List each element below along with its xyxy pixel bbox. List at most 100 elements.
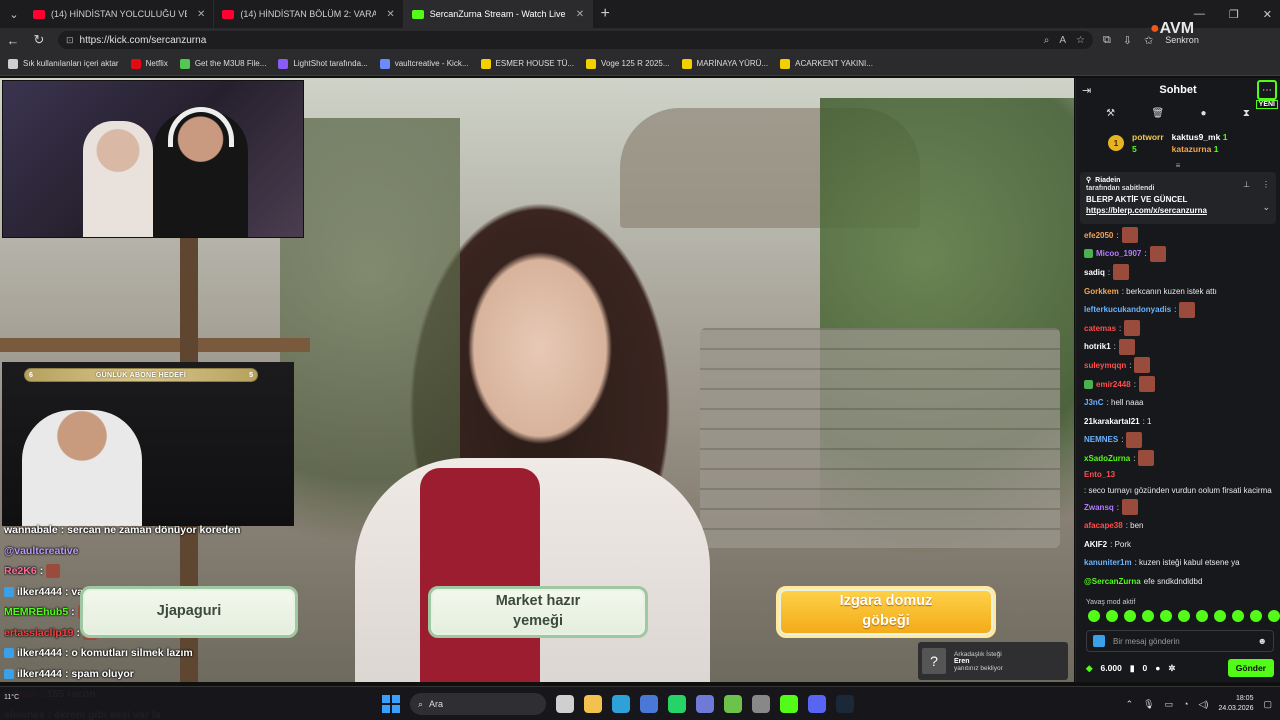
collapse-chat-icon[interactable]: ⇥	[1082, 84, 1091, 97]
chat-username[interactable]: NEMNES	[1084, 435, 1118, 444]
refresh-icon[interactable]: ↻	[26, 32, 52, 48]
bookmark-item[interactable]: Get the M3U8 File...	[179, 58, 266, 69]
close-icon[interactable]: ✕	[576, 9, 584, 20]
notifications-icon[interactable]: ▢	[1263, 699, 1272, 710]
downloads-icon[interactable]: ⇩	[1123, 34, 1132, 47]
quick-emote-icon[interactable]	[1250, 610, 1262, 622]
chat-username[interactable]: suleymqqn	[1084, 361, 1126, 370]
leader-name[interactable]: katazurna	[1172, 144, 1212, 154]
chat-username[interactable]: AKIF2	[1084, 540, 1107, 549]
weather-widget[interactable]: 11°C	[4, 693, 19, 702]
app-icon[interactable]	[724, 695, 742, 713]
read-aloud-icon[interactable]: A	[1059, 35, 1066, 46]
chevron-up-icon[interactable]: ⌃	[1126, 699, 1134, 710]
chat-username[interactable]: 21karakartal21	[1084, 417, 1140, 426]
taskbar-search[interactable]: ⌕ Ara	[410, 693, 546, 715]
kick-icon[interactable]	[780, 695, 798, 713]
tab-youtube-2[interactable]: (14) HİNDİSTAN BÖLÜM 2: VARAN ✕	[214, 0, 404, 28]
settings-gear-icon[interactable]: ✲	[1168, 663, 1175, 674]
chat-username[interactable]: efe2050	[1084, 231, 1113, 240]
choice-button-3[interactable]: Izgara domuz göbeği	[776, 586, 996, 638]
microphone-icon[interactable]: 🎙	[1143, 699, 1154, 710]
chat-username[interactable]: Micoo_1907	[1096, 249, 1141, 258]
chat-username[interactable]: @SercanZurna	[1084, 577, 1141, 586]
monitor-icon[interactable]: ▭	[1165, 699, 1174, 710]
maximize-icon[interactable]: ❐	[1229, 8, 1239, 21]
quick-emote-icon[interactable]	[1088, 610, 1100, 622]
leader-name[interactable]: kaktus9_mk	[1172, 132, 1221, 142]
send-button[interactable]: Gönder	[1227, 659, 1274, 677]
chat-message-input[interactable]: Bir mesaj gönderin ☻	[1086, 630, 1274, 652]
chat-username[interactable]: sadiq	[1084, 268, 1105, 277]
new-tab-button[interactable]: +	[593, 5, 617, 23]
quick-emote-icon[interactable]	[1196, 610, 1208, 622]
chat-username[interactable]: hotrik1	[1084, 342, 1111, 351]
expand-leaderboard-icon[interactable]: ≡	[1076, 162, 1280, 170]
url-field[interactable]: ⊡ https://kick.com/sercanzurna ⌕ A ☆	[58, 31, 1093, 49]
chevron-down-icon[interactable]: ⌄	[1262, 202, 1270, 213]
quick-emote-icon[interactable]	[1178, 610, 1190, 622]
whatsapp-icon[interactable]	[668, 695, 686, 713]
chat-username[interactable]: Gorkkem	[1084, 287, 1119, 296]
chat-username[interactable]: lefterkucukandonyadis	[1084, 305, 1171, 314]
app-icon[interactable]	[696, 695, 714, 713]
edge-icon[interactable]	[612, 695, 630, 713]
bookmark-item[interactable]: Netflix	[130, 58, 168, 69]
chat-username[interactable]: J3nC	[1084, 398, 1104, 407]
windows-start-icon[interactable]	[382, 695, 400, 713]
tab-youtube-1[interactable]: (14) HİNDİSTAN YOLCULUĞU VE H ✕	[25, 0, 215, 28]
site-info-icon[interactable]: ⊡	[66, 35, 74, 46]
quick-emote-icon[interactable]	[1268, 610, 1280, 622]
trash-icon[interactable]: 🗑	[1151, 108, 1164, 119]
mail-icon[interactable]	[640, 695, 658, 713]
discord-icon[interactable]	[808, 695, 826, 713]
chat-username[interactable]: catemas	[1084, 324, 1116, 333]
chat-username[interactable]: xSadoZurna	[1084, 454, 1130, 463]
message-icon[interactable]: ●	[1200, 108, 1206, 119]
leader-top-name[interactable]: potworr	[1132, 132, 1164, 142]
chat-username[interactable]: Ento_13	[1084, 469, 1115, 480]
quick-emote-icon[interactable]	[1106, 610, 1118, 622]
choice-button-1[interactable]: Jjapaguri	[80, 586, 298, 638]
emoji-icon[interactable]: ☻	[1258, 636, 1267, 646]
bookmark-item[interactable]: Voge 125 R 2025...	[586, 58, 670, 69]
bookmark-item[interactable]: vaultcreative - Kick...	[379, 58, 469, 69]
quick-emote-icon[interactable]	[1232, 610, 1244, 622]
file-explorer-icon[interactable]	[584, 695, 602, 713]
minimize-icon[interactable]: —	[1194, 8, 1205, 20]
task-view-icon[interactable]	[556, 695, 574, 713]
clock[interactable]: 18:05 24.03.2026	[1218, 694, 1253, 714]
pinned-link[interactable]: https://blerp.com/x/sercanzurna	[1086, 206, 1270, 215]
tab-actions-menu-icon[interactable]: ⌄	[3, 3, 25, 25]
quick-emote-icon[interactable]	[1214, 610, 1226, 622]
unpin-icon[interactable]: ⊥	[1243, 180, 1250, 189]
back-icon[interactable]: ←	[0, 33, 26, 48]
profile-name[interactable]: Senkron	[1165, 35, 1199, 45]
quick-emote-icon[interactable]	[1160, 610, 1172, 622]
pinned-by-user[interactable]: Riadein	[1095, 177, 1120, 184]
quick-emote-icon[interactable]	[1124, 610, 1136, 622]
chat-username[interactable]: kanuniter1m	[1084, 558, 1132, 567]
chat-bubble-icon[interactable]: ●	[1155, 663, 1160, 673]
chat-username[interactable]: afacape38	[1084, 521, 1123, 530]
extensions-icon[interactable]: ⧉	[1103, 34, 1111, 47]
bookmark-item[interactable]: Sık kullanılanları içeri aktar	[8, 58, 119, 69]
steam-icon[interactable]	[836, 695, 854, 713]
favorite-star-icon[interactable]: ☆	[1076, 35, 1085, 46]
favorites-icon[interactable]: ✩	[1144, 34, 1153, 47]
zoom-icon[interactable]: ⌕	[1044, 35, 1050, 46]
wifi-icon[interactable]: ◔	[1183, 699, 1188, 709]
close-window-icon[interactable]: ✕	[1263, 8, 1272, 21]
bookmark-item[interactable]: ACARKENT YAKINI...	[780, 58, 873, 69]
choice-button-2[interactable]: Market hazır yemeği	[428, 586, 648, 638]
close-icon[interactable]: ✕	[197, 9, 205, 20]
tab-kick-active[interactable]: SercanZurna Stream - Watch Live o ✕	[403, 0, 594, 28]
hourglass-icon[interactable]: ⧗	[1243, 108, 1250, 119]
obs-icon[interactable]	[752, 695, 770, 713]
pinned-more-icon[interactable]: ⋮	[1262, 180, 1270, 189]
quick-emote-icon[interactable]	[1142, 610, 1154, 622]
more-options-icon[interactable]: ⋯	[1257, 80, 1277, 100]
chat-username[interactable]: emir2448	[1096, 380, 1131, 389]
close-icon[interactable]: ✕	[386, 9, 394, 20]
chat-username[interactable]: Zwansq	[1084, 503, 1114, 512]
